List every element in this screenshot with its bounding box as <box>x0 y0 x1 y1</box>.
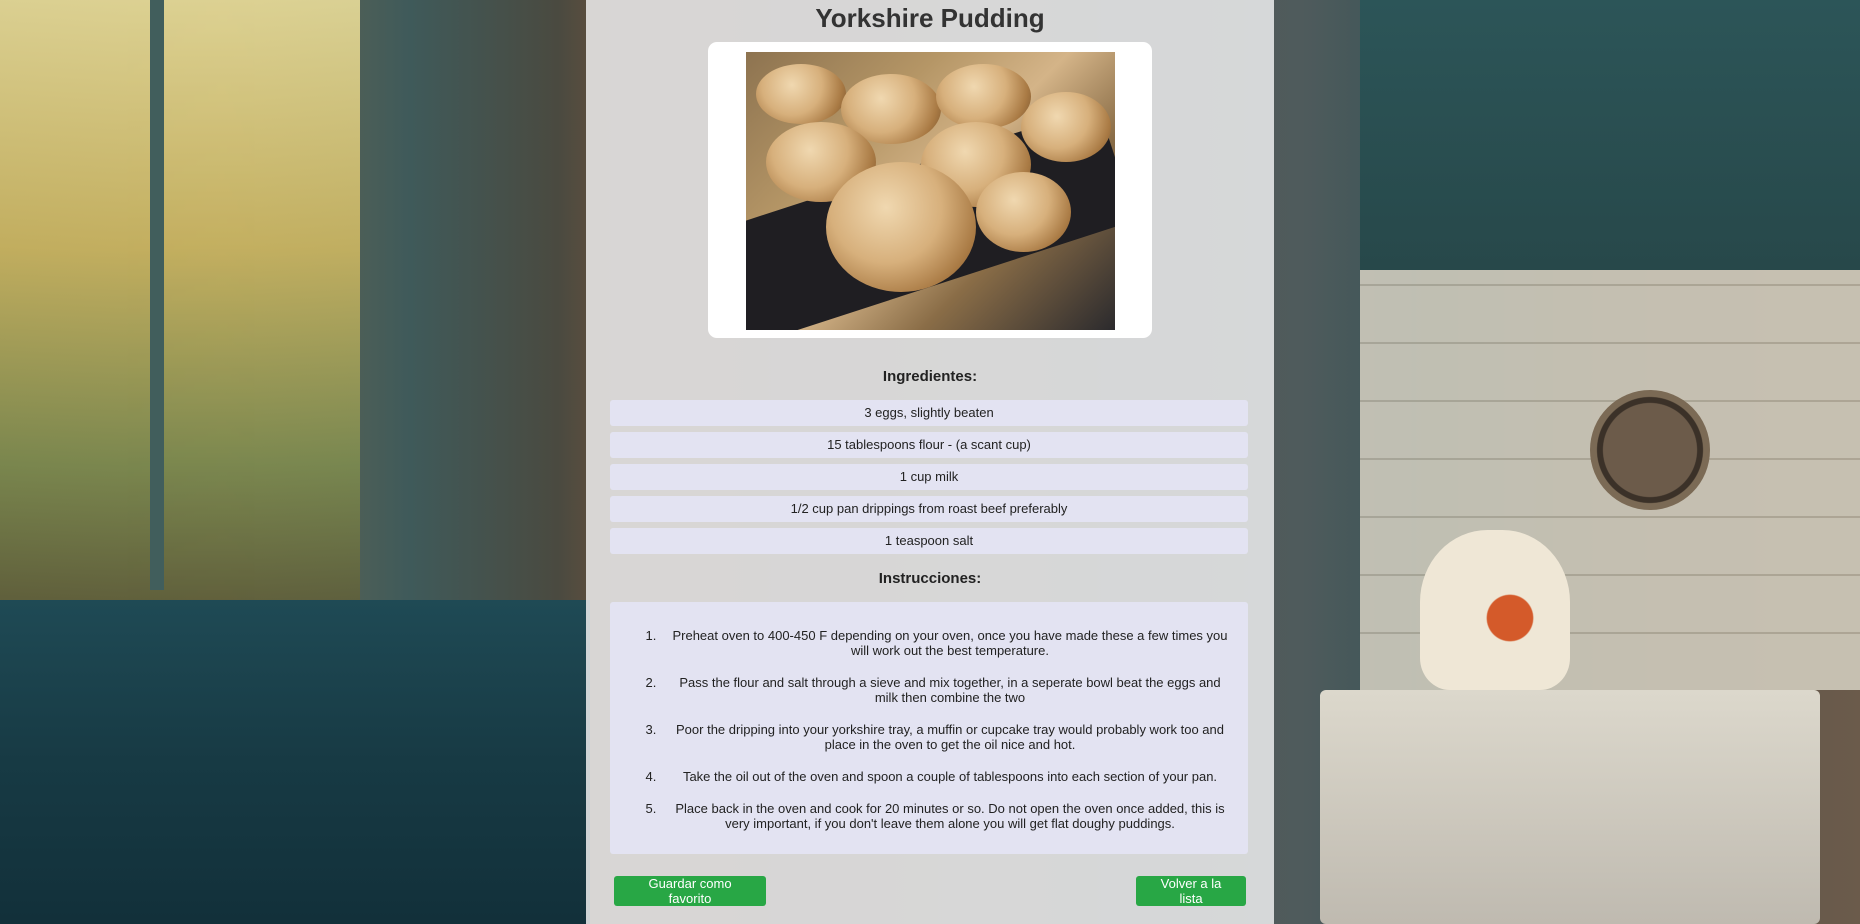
photo-bun <box>936 64 1031 129</box>
ingredient-item: 1/2 cup pan drippings from roast beef pr… <box>610 496 1248 522</box>
ingredient-item: 1 cup milk <box>610 464 1248 490</box>
recipe-image-card <box>708 42 1152 338</box>
save-favorite-button[interactable]: Guardar como favorito <box>614 876 766 906</box>
photo-bun <box>1021 92 1111 162</box>
ingredients-heading: Ingredientes: <box>882 368 978 385</box>
background-window <box>0 0 360 620</box>
photo-bun <box>826 162 976 292</box>
background-pan <box>1590 390 1710 510</box>
ingredient-item: 3 eggs, slightly beaten <box>610 400 1248 426</box>
background-kettle <box>1420 530 1570 690</box>
back-to-list-button[interactable]: Volver a la lista <box>1136 876 1246 906</box>
ingredients-list: 3 eggs, slightly beaten 15 tablespoons f… <box>610 400 1248 560</box>
instruction-step: Poor the dripping into your yorkshire tr… <box>660 722 1230 752</box>
background-cabinet <box>1360 0 1860 270</box>
instruction-step: Pass the flour and salt through a sieve … <box>660 675 1230 705</box>
instructions-list: Preheat oven to 400-450 F depending on y… <box>610 602 1248 831</box>
instruction-step: Place back in the oven and cook for 20 m… <box>660 801 1230 831</box>
recipe-panel: Yorkshire Pudding Ingredientes: 3 eggs, … <box>586 0 1274 924</box>
instructions-heading: Instrucciones: <box>878 570 982 587</box>
instruction-step: Preheat oven to 400-450 F depending on y… <box>660 628 1230 658</box>
recipe-title: Yorkshire Pudding <box>815 3 1045 33</box>
ingredient-item: 15 tablespoons flour - (a scant cup) <box>610 432 1248 458</box>
background-counter <box>0 600 590 924</box>
instruction-step: Take the oil out of the oven and spoon a… <box>660 769 1230 784</box>
background-stove <box>1320 690 1820 924</box>
photo-bun <box>976 172 1071 252</box>
recipe-photo <box>746 52 1115 330</box>
instructions-box: Preheat oven to 400-450 F depending on y… <box>610 602 1248 854</box>
ingredient-item: 1 teaspoon salt <box>610 528 1248 554</box>
photo-bun <box>756 64 846 124</box>
